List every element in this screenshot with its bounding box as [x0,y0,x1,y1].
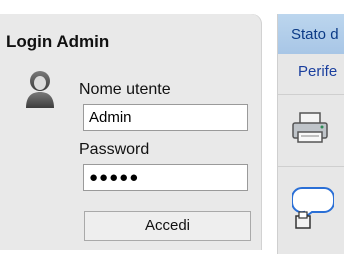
chat-bubble-icon[interactable] [292,184,334,234]
username-field[interactable]: Admin [83,104,248,131]
username-label: Nome utente [79,81,171,98]
status-title: Stato d [291,26,339,43]
login-title: Login Admin [6,32,110,51]
login-panel: Login Admin Nome utente Admin Password ●… [0,14,262,250]
password-label: Password [79,141,150,158]
status-header: Stato d [278,14,344,54]
periferiche-link[interactable]: Perife [298,63,337,80]
status-panel: Stato d Perife [277,14,344,254]
divider [278,94,344,95]
divider [278,166,344,167]
login-button[interactable]: Accedi [84,211,251,241]
printer-icon[interactable] [290,110,330,146]
password-field[interactable]: ●●●●● [83,164,248,191]
user-icon [26,71,54,108]
